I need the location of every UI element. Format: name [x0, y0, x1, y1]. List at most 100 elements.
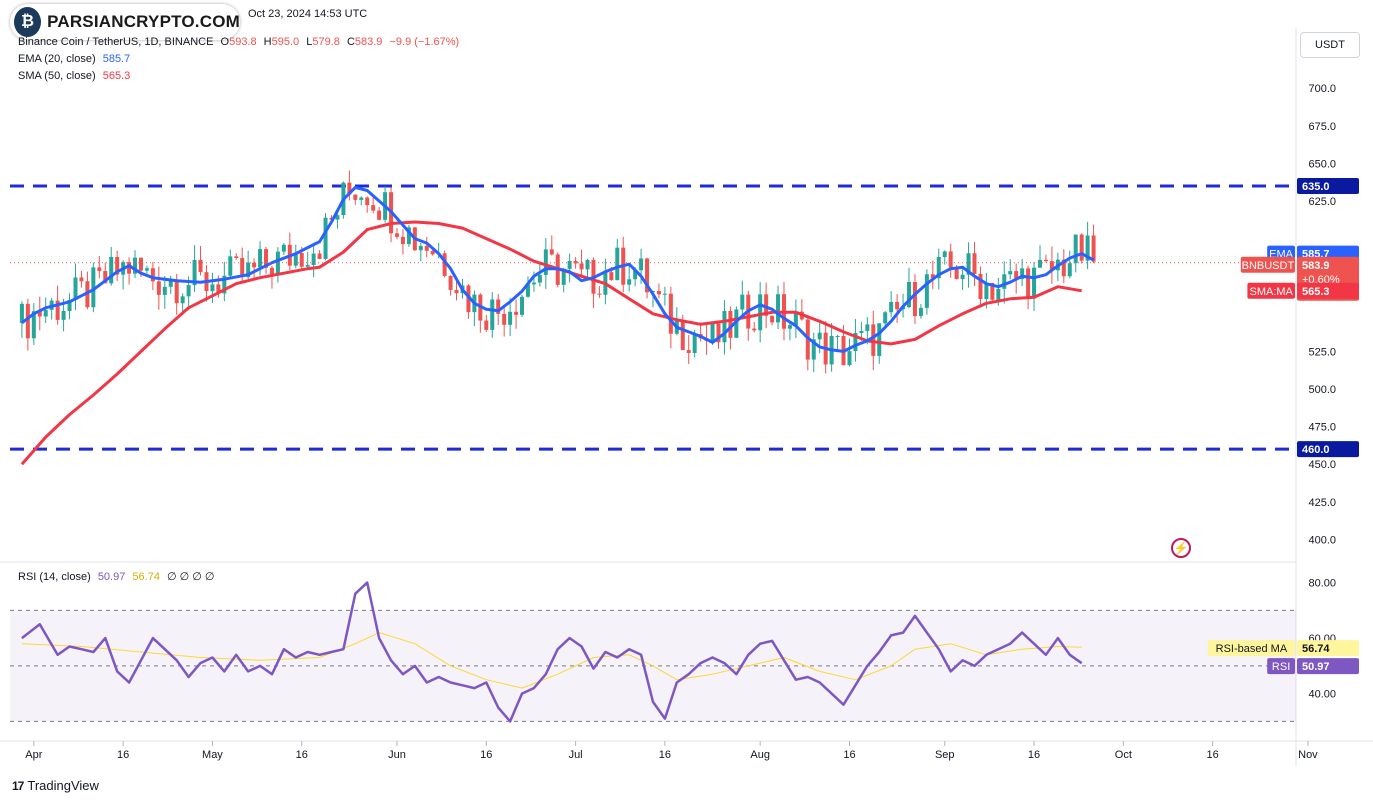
- sma-name-tag: SMA:MA: [1249, 286, 1293, 298]
- candle-body: [942, 251, 947, 257]
- tradingview-brand[interactable]: 17 TradingView: [12, 778, 99, 793]
- candle-body: [787, 325, 792, 329]
- candle-body: [680, 320, 685, 351]
- rsi-tick-label: 80.00: [1308, 578, 1336, 590]
- support-resistance-levels: [10, 184, 1296, 451]
- candle-body: [948, 251, 953, 268]
- candle-body: [1043, 259, 1048, 262]
- candle-body: [156, 281, 161, 295]
- candlestick-series: [19, 170, 1096, 374]
- candle-body: [359, 197, 364, 200]
- candle-body: [609, 272, 614, 281]
- candle-body: [400, 236, 405, 245]
- tradingview-logo-icon: 17: [12, 778, 24, 793]
- candle-body: [305, 265, 310, 267]
- rsi-legend[interactable]: RSI (14, close) 50.97 56.74 ∅ ∅ ∅ ∅: [18, 569, 219, 586]
- candle-body: [180, 296, 185, 304]
- time-tick-label: Apr: [25, 749, 42, 761]
- candle-body: [585, 259, 590, 270]
- time-tick-label: Jul: [569, 749, 583, 761]
- rsi-ma-value: 56.74: [132, 571, 160, 583]
- candle-body: [311, 253, 316, 266]
- price-tick-label: 700.0: [1308, 83, 1336, 95]
- candle-body: [877, 323, 882, 356]
- candle-body: [1037, 259, 1042, 268]
- candle-body: [770, 315, 775, 323]
- time-tick-label: 16: [117, 749, 129, 761]
- candle-body: [281, 244, 286, 252]
- candle-body: [109, 256, 114, 284]
- candle-body: [323, 217, 328, 259]
- candle-body: [1008, 271, 1013, 275]
- price-tick-label: 450.0: [1308, 459, 1336, 471]
- price-labels: 635.0460.0EMA585.7BNBUSDT583.9+0.60%09:0…: [1207, 177, 1359, 675]
- candle-body: [960, 274, 965, 280]
- candle-body: [174, 280, 179, 304]
- candle-body: [740, 294, 745, 310]
- candle-body: [1032, 267, 1037, 299]
- time-tick-label: 16: [659, 749, 671, 761]
- candle-body: [776, 294, 781, 323]
- candle-body: [752, 328, 757, 331]
- lightning-icon[interactable]: ⚡: [1171, 538, 1191, 558]
- time-tick-label: Oct: [1115, 749, 1132, 761]
- price-tick-label: 650.0: [1308, 158, 1336, 170]
- candle-body: [817, 332, 822, 340]
- candle-body: [394, 233, 399, 237]
- time-tick-label: Sep: [935, 749, 955, 761]
- candle-body: [371, 205, 376, 211]
- candle-body: [662, 293, 667, 295]
- level-price-label: 635.0: [1302, 181, 1330, 193]
- candle-body: [615, 247, 620, 281]
- sma-value: 565.3: [102, 70, 131, 82]
- candle-body: [43, 309, 48, 317]
- price-tick-label: 675.0: [1308, 121, 1336, 133]
- candle-body: [758, 294, 763, 331]
- candle-body: [835, 335, 840, 337]
- candle-body: [972, 253, 977, 274]
- rsi-name-tag: RSI: [1272, 661, 1290, 673]
- candle-body: [537, 274, 542, 283]
- time-tick-label: 16: [296, 749, 308, 761]
- candle-body: [1026, 268, 1031, 299]
- candle-body: [996, 288, 1001, 300]
- last-price-text: 583.9: [1302, 260, 1330, 272]
- candle-body: [889, 301, 894, 313]
- candle-body: [275, 251, 280, 276]
- candle-body: [1002, 274, 1007, 289]
- candle-body: [210, 284, 215, 292]
- timestamp: Oct 23, 2024 14:53 UTC: [248, 8, 368, 20]
- sma-legend[interactable]: SMA (50, close) 565.3: [18, 68, 463, 85]
- symbol-name: Binance Coin / TetherUS, 1D, BINANCE: [18, 36, 214, 48]
- candle-body: [454, 289, 459, 294]
- candle-body: [186, 285, 191, 297]
- ema-legend[interactable]: EMA (20, close) 585.7: [18, 51, 463, 68]
- symbol-line[interactable]: Binance Coin / TetherUS, 1D, BINANCE O59…: [18, 34, 463, 51]
- logo-text: PARSIANCRYPTO.COM: [47, 12, 240, 31]
- candle-body: [448, 275, 453, 290]
- candle-body: [228, 256, 233, 276]
- currency-selector[interactable]: USDT: [1300, 32, 1360, 58]
- candle-body: [353, 194, 358, 200]
- close-value: 583.9: [354, 36, 383, 48]
- candle-body: [198, 259, 203, 273]
- rsi-price-tag: 50.97: [1302, 661, 1330, 673]
- symbol-name-tag: BNBUSDT: [1242, 260, 1295, 272]
- price-chart[interactable]: 400.0425.0450.0475.0500.0525.0575.0625.0…: [0, 0, 1373, 804]
- candle-body: [859, 330, 864, 334]
- ema-value: 585.7: [102, 53, 131, 65]
- main-legend: Binance Coin / TetherUS, 1D, BINANCE O59…: [18, 34, 463, 85]
- candle-body: [912, 281, 917, 317]
- time-tick-label: 16: [843, 749, 855, 761]
- candle-body: [1079, 234, 1084, 261]
- candle-body: [924, 274, 929, 308]
- candle-body: [579, 263, 584, 270]
- candle-body: [597, 293, 602, 295]
- price-tick-label: 425.0: [1308, 497, 1336, 509]
- candle-body: [299, 253, 304, 267]
- candle-body: [484, 320, 489, 330]
- candle-body: [162, 286, 167, 295]
- candle-body: [317, 253, 322, 259]
- chart-stage: 400.0425.0450.0475.0500.0525.0575.0625.0…: [0, 0, 1373, 804]
- change-value: −9.9 (−1.67%): [389, 36, 460, 48]
